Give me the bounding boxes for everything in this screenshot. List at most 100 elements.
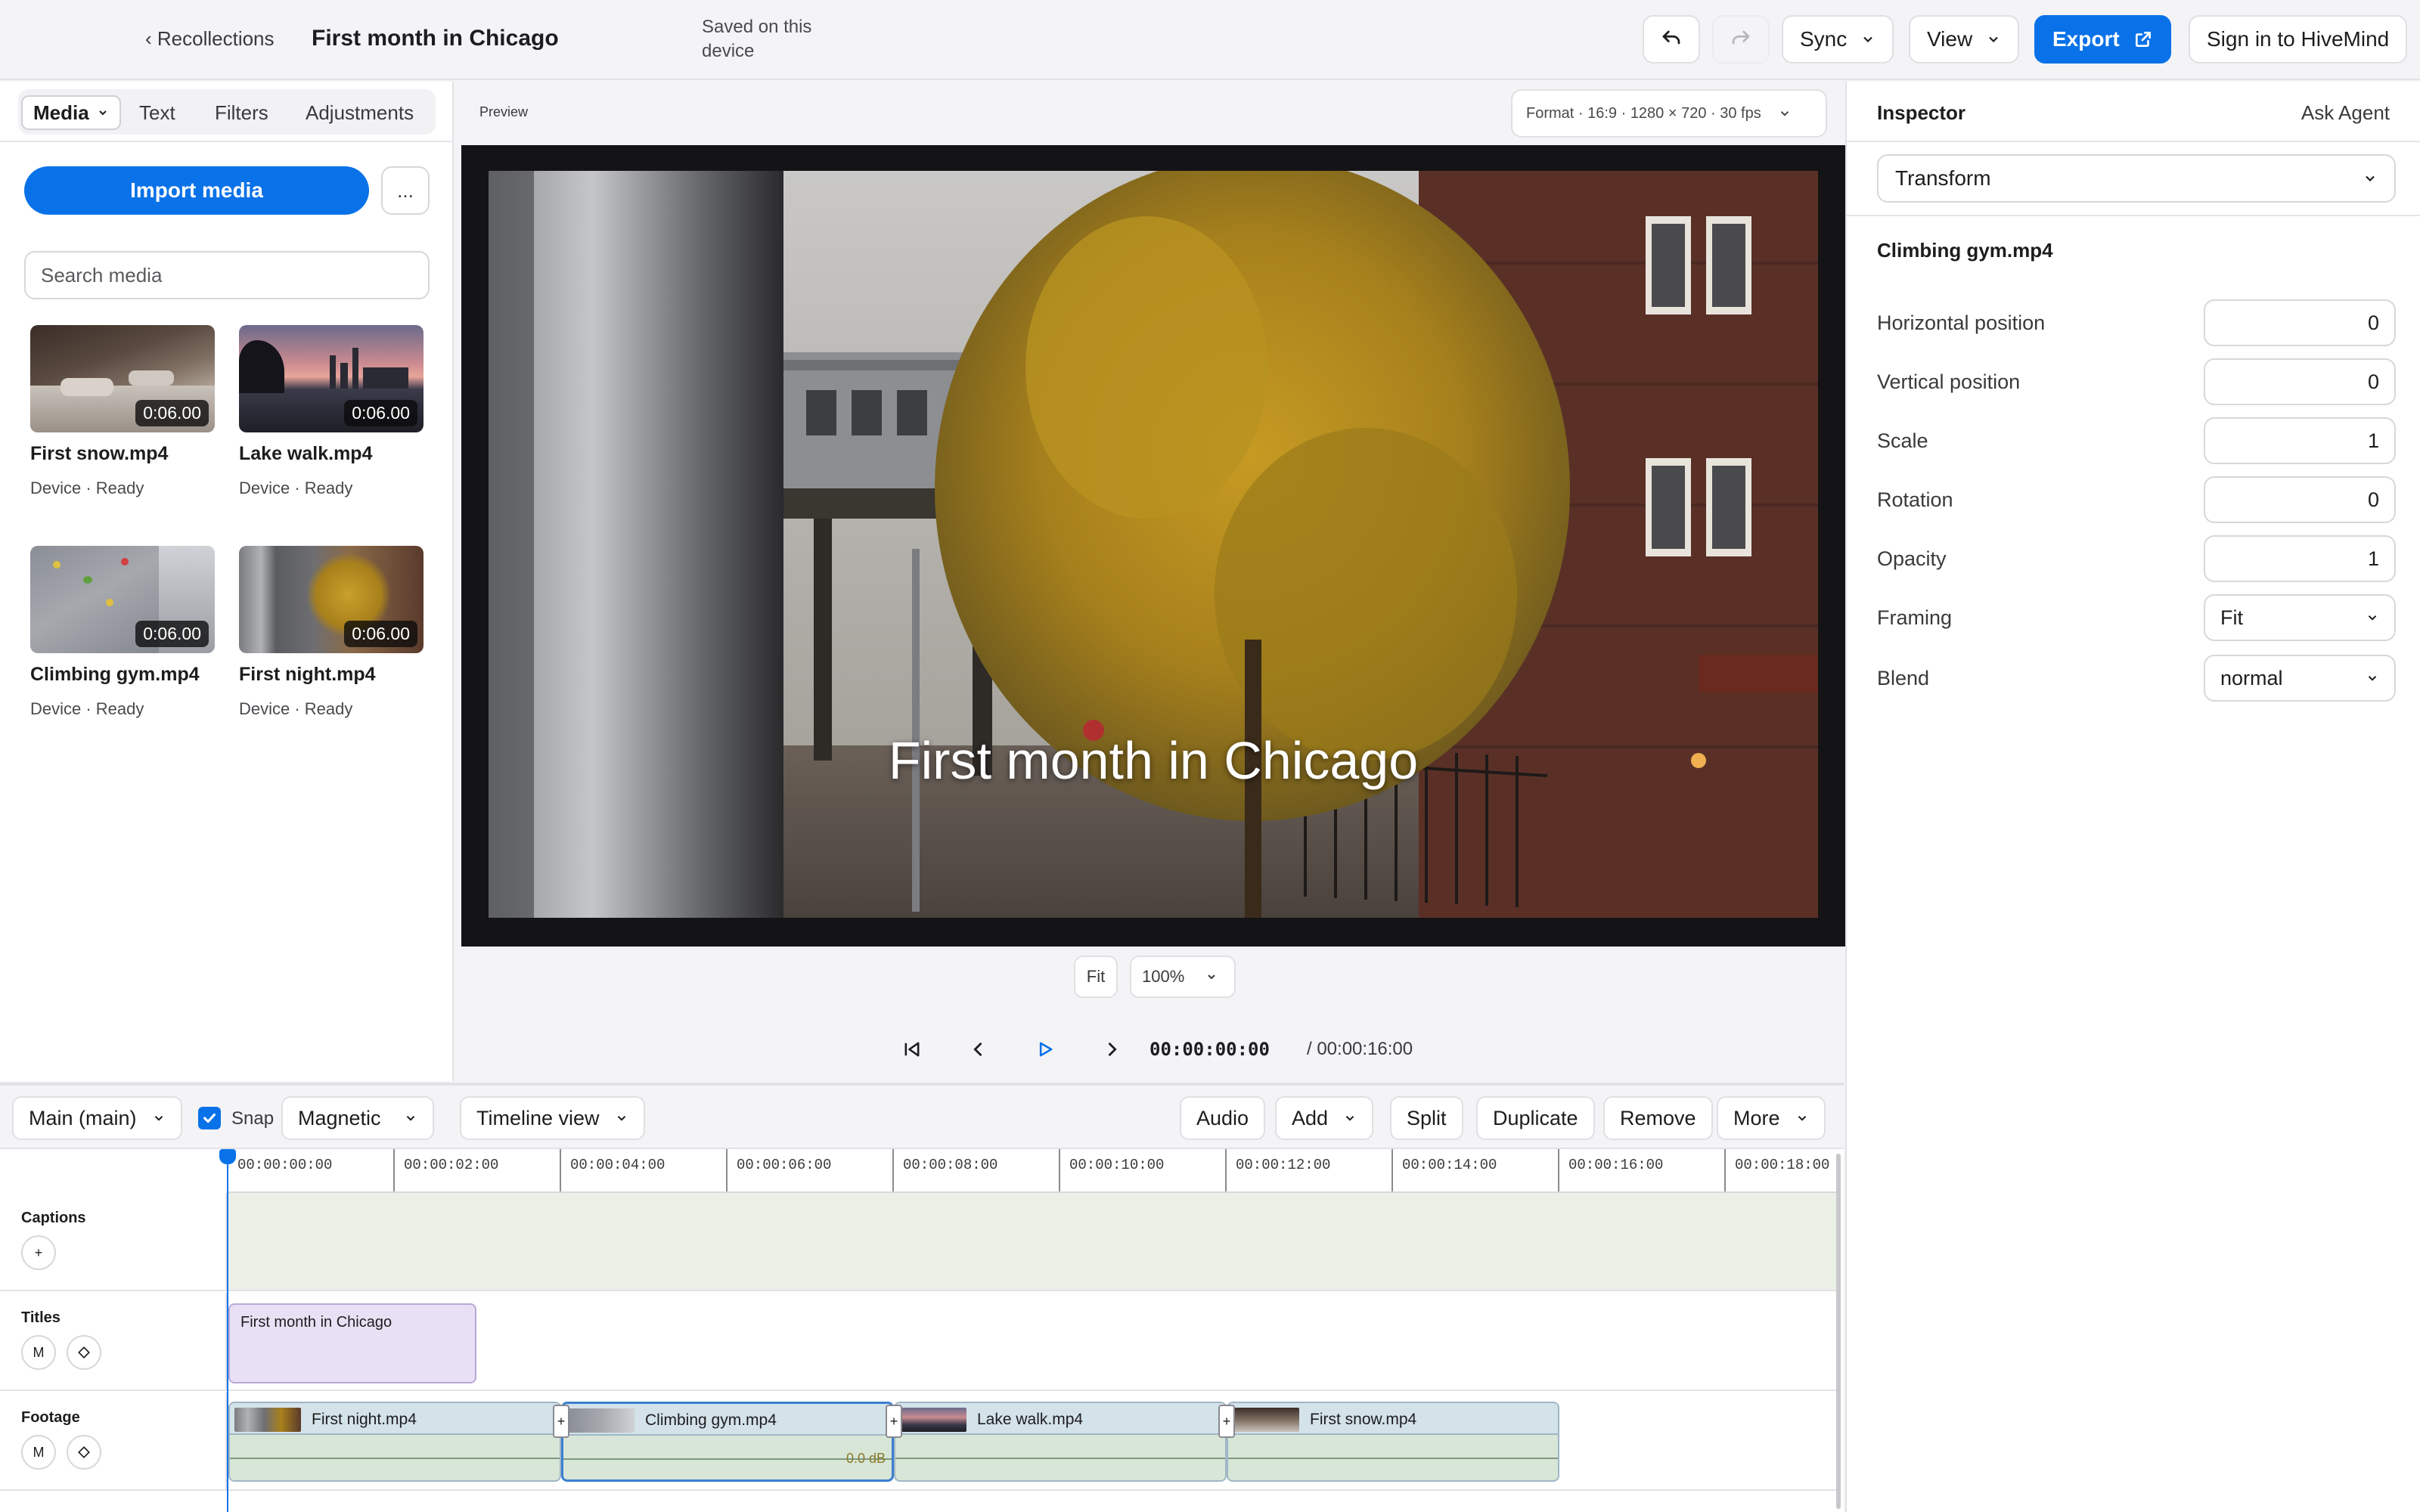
horizontal-position-input[interactable]: 0	[2204, 299, 2396, 346]
sign-in-button[interactable]: Sign in to HiveMind	[2189, 15, 2408, 64]
add-caption-button[interactable]: +	[21, 1235, 56, 1270]
play-button[interactable]	[1027, 1031, 1063, 1067]
ruler-tick: 00:00:12:00	[1225, 1149, 1330, 1191]
fit-button[interactable]: Fit	[1074, 956, 1118, 998]
snap-mode-select[interactable]: Magnetic	[281, 1096, 434, 1140]
next-frame-button[interactable]	[1094, 1031, 1130, 1067]
import-media-button[interactable]: Import media	[24, 166, 369, 215]
playhead-handle[interactable]	[219, 1149, 236, 1164]
duration-badge: 0:06.00	[344, 400, 417, 426]
media-item-first-snow[interactable]: 0:06.00 First snow.mp4 Device · Ready	[30, 325, 215, 498]
sequence-value: Main (main)	[29, 1106, 137, 1129]
add-transition-button[interactable]: +	[553, 1405, 569, 1438]
snap-label: Snap	[231, 1108, 275, 1129]
footage-clip-climbing-gym[interactable]: Climbing gym.mp4 0.0 dB	[561, 1402, 894, 1482]
prop-label-rotation: Rotation	[1877, 488, 1953, 511]
mute-button[interactable]: M	[21, 1335, 56, 1370]
track-name: Footage	[21, 1409, 80, 1426]
preview-stage: First month in Chicago	[461, 145, 1845, 947]
timeline-ruler[interactable]: 00:00:00:00 00:00:02:00 00:00:04:00 00:0…	[227, 1149, 1838, 1193]
tab-filters[interactable]: Filters	[215, 95, 268, 130]
rotation-input[interactable]: 0	[2204, 476, 2396, 523]
panel-tabs: Media Text Filters Adjustments	[18, 89, 436, 135]
snap-checkbox[interactable]	[198, 1107, 221, 1129]
media-name: Lake walk.mp4	[239, 443, 373, 464]
track-header-footage: Footage M	[0, 1393, 227, 1491]
media-name: Climbing gym.mp4	[30, 664, 200, 685]
export-label: Export	[2052, 27, 2120, 51]
sync-menu-button[interactable]: Sync	[1782, 15, 1894, 64]
inspector-title[interactable]: Inspector	[1877, 101, 1965, 125]
blend-select[interactable]: normal	[2204, 655, 2396, 702]
scale-input[interactable]: 1	[2204, 417, 2396, 464]
audio-level-line	[1228, 1458, 1558, 1459]
back-link[interactable]: ‹ Recollections	[145, 27, 275, 51]
title-clip[interactable]: First month in Chicago	[228, 1303, 476, 1383]
skip-to-start-button[interactable]	[894, 1031, 930, 1067]
view-menu-button[interactable]: View	[1909, 15, 2020, 64]
timeline-scrollbar[interactable]	[1836, 1154, 1841, 1509]
footage-clip-first-snow[interactable]: First snow.mp4	[1227, 1402, 1559, 1482]
clip-name: Lake walk.mp4	[977, 1411, 1084, 1428]
ruler-tick: 00:00:08:00	[892, 1149, 997, 1191]
previous-frame-button[interactable]	[960, 1031, 997, 1067]
tab-media[interactable]: Media	[21, 95, 121, 130]
remove-button[interactable]: Remove	[1603, 1096, 1713, 1140]
clip-name: First snow.mp4	[1310, 1411, 1417, 1428]
prop-label-vertical-position: Vertical position	[1877, 370, 2021, 393]
footage-clip-lake-walk[interactable]: Lake walk.mp4	[894, 1402, 1227, 1482]
opacity-input[interactable]: 1	[2204, 535, 2396, 582]
export-button[interactable]: Export	[2034, 15, 2171, 64]
media-item-climbing-gym[interactable]: 0:06.00 Climbing gym.mp4 Device · Ready	[30, 546, 215, 719]
split-button[interactable]: Split	[1390, 1096, 1463, 1140]
more-options-button[interactable]: ...	[381, 166, 430, 215]
diamond-icon	[78, 1346, 90, 1359]
transport-controls: 00:00:00:00 / 00:00:16:00	[455, 1027, 1844, 1072]
timeline-view-select[interactable]: Timeline view	[460, 1096, 645, 1140]
tick-label: 00:00:06:00	[737, 1157, 832, 1173]
video-frame[interactable]: First month in Chicago	[489, 171, 1818, 918]
tab-adjustments[interactable]: Adjustments	[306, 95, 414, 130]
inspector-panel: Inspector Ask Agent Transform Climbing g…	[1845, 82, 2420, 1512]
add-transition-button[interactable]: +	[1218, 1405, 1235, 1438]
search-media-input[interactable]	[24, 251, 430, 299]
undo-button[interactable]	[1643, 15, 1700, 64]
more-menu-button[interactable]: More	[1717, 1096, 1826, 1140]
sequence-select[interactable]: Main (main)	[12, 1096, 182, 1140]
project-title[interactable]: First month in Chicago	[312, 26, 559, 51]
track-name: Captions	[21, 1210, 86, 1226]
ask-agent-tab[interactable]: Ask Agent	[2301, 101, 2390, 125]
chevron-down-icon	[1345, 1116, 1354, 1121]
media-item-first-night[interactable]: 0:06.00 First night.mp4 Device · Ready	[239, 546, 424, 719]
audio-button[interactable]: Audio	[1180, 1096, 1266, 1140]
prop-label-framing: Framing	[1877, 606, 1953, 629]
captions-lane[interactable]	[227, 1193, 1838, 1291]
add-label: Add	[1292, 1106, 1329, 1129]
tab-text[interactable]: Text	[139, 95, 175, 130]
media-thumbnail: 0:06.00	[239, 546, 424, 653]
redo-button[interactable]	[1712, 15, 1770, 64]
vertical-position-input[interactable]: 0	[2204, 358, 2396, 405]
track-header-titles: Titles M	[0, 1293, 227, 1391]
view-mode-value: Timeline view	[476, 1106, 600, 1129]
titles-lane[interactable]: First month in Chicago	[227, 1293, 1838, 1391]
gain-label: 0.0 dB	[845, 1451, 886, 1466]
keyframe-button[interactable]	[67, 1335, 101, 1370]
add-menu-button[interactable]: Add	[1275, 1096, 1374, 1140]
footage-lane[interactable]: First night.mp4 Climbing gym.mp4 0.0 dB …	[227, 1393, 1838, 1491]
chevron-down-icon	[617, 1116, 625, 1121]
add-transition-button[interactable]: +	[886, 1405, 902, 1438]
ruler-tick: 00:00:16:00	[1558, 1149, 1663, 1191]
zoom-select[interactable]: 100%	[1130, 956, 1236, 998]
tick-label: 00:00:14:00	[1402, 1157, 1497, 1173]
mute-button[interactable]: M	[21, 1435, 56, 1470]
format-select[interactable]: Format · 16:9 · 1280 × 720 · 30 fps	[1511, 89, 1827, 138]
framing-select[interactable]: Fit	[2204, 594, 2396, 641]
keyframe-button[interactable]	[67, 1435, 101, 1470]
current-timecode: 00:00:00:00	[1150, 1039, 1270, 1060]
duplicate-button[interactable]: Duplicate	[1476, 1096, 1595, 1140]
media-item-lake-walk[interactable]: 0:06.00 Lake walk.mp4 Device · Ready	[239, 325, 424, 498]
more-label: More	[1733, 1106, 1780, 1129]
footage-clip-first-night[interactable]: First night.mp4	[228, 1402, 561, 1482]
inspector-section-select[interactable]: Transform	[1877, 154, 2396, 203]
